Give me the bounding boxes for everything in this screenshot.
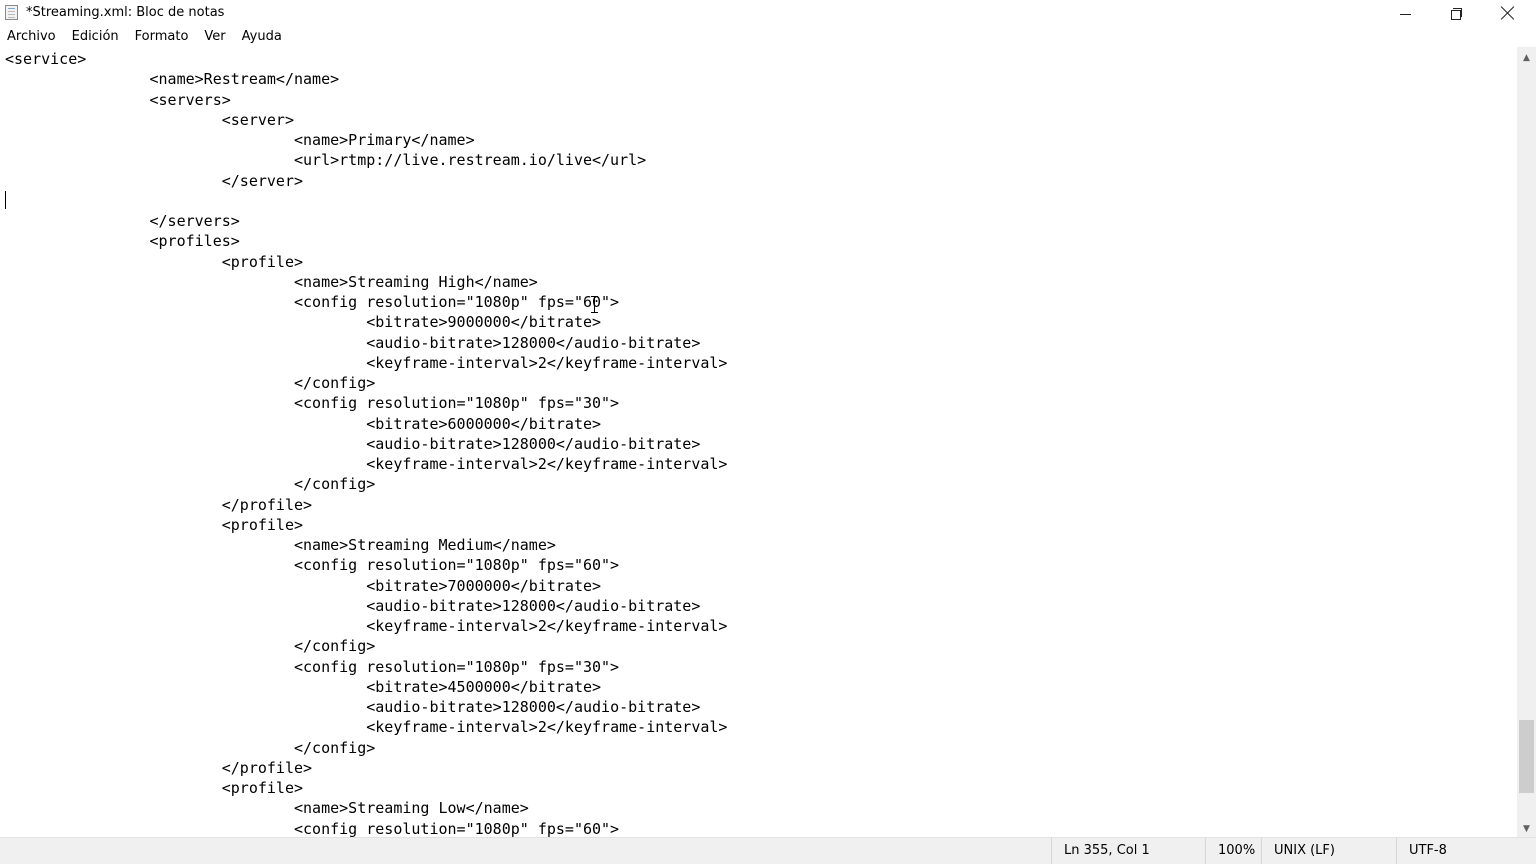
code-line: <name>Restream</name> bbox=[5, 70, 340, 89]
code-line: <audio-bitrate>128000</audio-bitrate> bbox=[5, 333, 701, 352]
minimize-button[interactable] bbox=[1382, 0, 1428, 26]
close-icon bbox=[1501, 6, 1515, 20]
chevron-up-icon: ▲ bbox=[1523, 52, 1530, 63]
code-line: <keyframe-interval>2</keyframe-interval> bbox=[5, 455, 728, 473]
cursor-position: Ln 355, Col 1 bbox=[1051, 838, 1205, 864]
code-line: <keyframe-interval>2</keyframe-interval> bbox=[5, 617, 728, 635]
code-line: <config resolution="1080p" fps="60"> bbox=[5, 819, 620, 838]
code-line: <config resolution="1080p" fps="60"> bbox=[5, 556, 620, 575]
chevron-down-icon: ▼ bbox=[1523, 823, 1530, 834]
code-line: <bitrate>7000000</bitrate> bbox=[5, 576, 602, 595]
code-line: <config resolution="1080p" fps="30"> bbox=[5, 657, 620, 676]
vertical-scrollbar[interactable]: ▲ ▼ bbox=[1517, 47, 1536, 837]
notepad-icon bbox=[5, 5, 18, 20]
code-line: <name>Streaming High</name> bbox=[5, 272, 538, 291]
code-line: <service> bbox=[5, 50, 87, 68]
minimize-icon bbox=[1399, 13, 1411, 15]
code-line: </config> bbox=[5, 475, 376, 494]
code-line: <name>Primary</name> bbox=[5, 131, 475, 149]
scroll-down-button[interactable]: ▼ bbox=[1517, 820, 1536, 837]
code-line: </config> bbox=[5, 637, 376, 656]
code-line: <audio-bitrate>128000</audio-bitrate> bbox=[5, 698, 701, 716]
restore-icon bbox=[1450, 7, 1462, 20]
code-line: <bitrate>9000000</bitrate> bbox=[5, 313, 602, 332]
code-line: </profile> bbox=[5, 495, 313, 514]
zoom-level: 100% bbox=[1205, 838, 1261, 864]
code-line: <keyframe-interval>2</keyframe-interval> bbox=[5, 353, 728, 372]
code-line: <server> bbox=[5, 110, 294, 129]
menu-ver[interactable]: Ver bbox=[196, 26, 233, 47]
code-line: <bitrate>4500000</bitrate> bbox=[5, 677, 602, 696]
code-line: <url>rtmp://live.restream.io/live</url> bbox=[5, 151, 647, 170]
code-line: <profile> bbox=[5, 779, 304, 797]
code-line: <profiles> bbox=[5, 232, 240, 251]
scroll-up-button[interactable]: ▲ bbox=[1517, 49, 1536, 66]
code-line: <config resolution="1080p" fps="60"> bbox=[5, 293, 620, 311]
window-title: *Streaming.xml: Bloc de notas bbox=[26, 5, 225, 20]
code-line: <name>Streaming Medium</name> bbox=[5, 536, 556, 554]
title-bar[interactable]: *Streaming.xml: Bloc de notas bbox=[0, 0, 1536, 26]
code-line: <keyframe-interval>2</keyframe-interval> bbox=[5, 718, 728, 737]
code-line: </servers> bbox=[5, 212, 240, 230]
menu-edicion[interactable]: Edición bbox=[64, 26, 127, 47]
scroll-thumb[interactable] bbox=[1519, 720, 1534, 793]
code-line: <audio-bitrate>128000</audio-bitrate> bbox=[5, 596, 701, 615]
text-caret bbox=[5, 191, 6, 209]
code-line: </config> bbox=[5, 738, 376, 757]
menu-ayuda[interactable]: Ayuda bbox=[234, 26, 290, 47]
code-line: <name>Streaming Low</name> bbox=[5, 799, 529, 818]
code-line: </profile> bbox=[5, 758, 313, 777]
code-line: <audio-bitrate>128000</audio-bitrate> bbox=[5, 434, 701, 453]
code-line: <bitrate>6000000</bitrate> bbox=[5, 414, 602, 433]
code-line: <config resolution="1080p" fps="30"> bbox=[5, 394, 620, 413]
menu-bar: Archivo Edición Formato Ver Ayuda bbox=[0, 26, 1536, 47]
code-line: <profile> bbox=[5, 515, 304, 534]
menu-formato[interactable]: Formato bbox=[127, 26, 197, 47]
line-ending: UNIX (LF) bbox=[1261, 838, 1396, 864]
code-line: <profile> bbox=[5, 252, 304, 271]
code-line: </server> bbox=[5, 171, 304, 190]
close-button[interactable] bbox=[1485, 0, 1531, 26]
status-bar: Ln 355, Col 1 100% UNIX (LF) UTF-8 bbox=[0, 837, 1536, 864]
text-encoding: UTF-8 bbox=[1396, 838, 1536, 864]
code-line: <servers> bbox=[5, 90, 231, 109]
menu-archivo[interactable]: Archivo bbox=[0, 26, 64, 47]
restore-button[interactable] bbox=[1433, 0, 1479, 26]
code-line: </config> bbox=[5, 374, 376, 392]
text-editor-area[interactable]: <service> <name>Restream</name> <servers… bbox=[0, 47, 1517, 837]
